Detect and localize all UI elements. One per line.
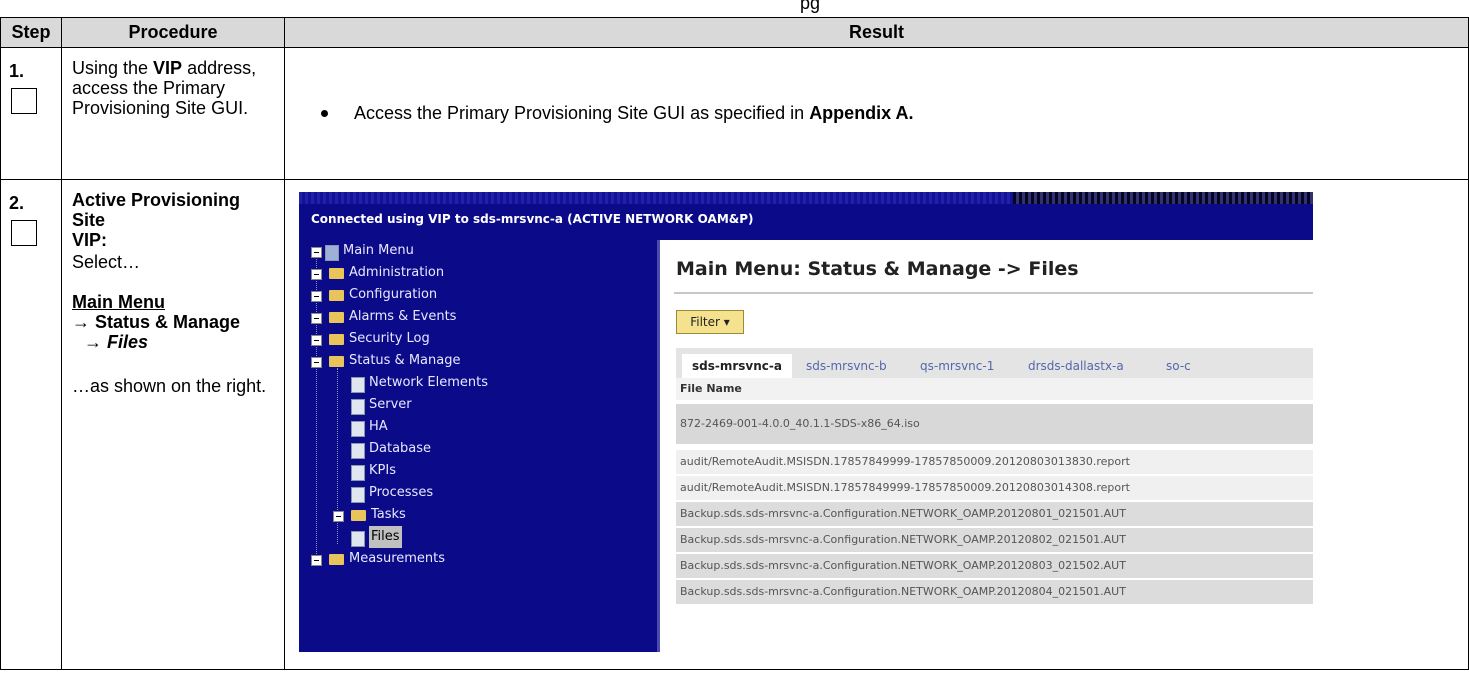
- tree-alarms-events[interactable]: Alarms & Events: [299, 306, 649, 328]
- tab-sds-mrsvnc-b[interactable]: sds-mrsvnc-b: [806, 354, 887, 378]
- bullet-icon: [321, 110, 328, 117]
- header-result: Result: [284, 17, 1469, 48]
- main-menu-tree: Main Menu Administration Configuration A…: [299, 240, 649, 570]
- tree-files[interactable]: Files: [299, 526, 649, 548]
- column-header-file-name[interactable]: File Name: [676, 378, 1313, 400]
- step-row-1: 1. Using the VIP address, access the Pri…: [0, 47, 1469, 180]
- step-number: 2.: [9, 193, 25, 213]
- connection-banner: Connected using VIP to sds-mrsvnc-a (ACT…: [311, 212, 754, 226]
- page-fragment: pg: [800, 0, 821, 13]
- tree-kpis[interactable]: KPIs: [299, 460, 649, 482]
- tree-server[interactable]: Server: [299, 394, 649, 416]
- header-step: Step: [0, 17, 62, 48]
- tree-database[interactable]: Database: [299, 438, 649, 460]
- procedure-text: Using the VIP address, access the Primar…: [61, 47, 285, 180]
- tab-sds-mrsvnc-a[interactable]: sds-mrsvnc-a: [682, 354, 792, 378]
- procedure-table: Step Procedure Result 1. Using the VIP a…: [0, 17, 1469, 670]
- server-tabs: sds-mrsvnc-a sds-mrsvnc-b qs-mrsvnc-1 dr…: [676, 348, 1313, 378]
- tab-qs-mrsvnc-1[interactable]: qs-mrsvnc-1: [920, 354, 994, 378]
- file-row[interactable]: Backup.sds.sds-mrsvnc-a.Configuration.NE…: [676, 502, 1313, 526]
- file-row[interactable]: Backup.sds.sds-mrsvnc-a.Configuration.NE…: [676, 528, 1313, 552]
- result-text: Access the Primary Provisioning Site GUI…: [284, 47, 1469, 180]
- tab-so-c[interactable]: so-c: [1166, 354, 1191, 378]
- tree-processes[interactable]: Processes: [299, 482, 649, 504]
- tree-administration[interactable]: Administration: [299, 262, 649, 284]
- step-checkbox[interactable]: [11, 220, 37, 246]
- procedure-text: Active Provisioning Site VIP: Select… Ma…: [61, 179, 285, 670]
- files-panel: Main Menu: Status & Manage -> Files Filt…: [657, 240, 1313, 652]
- result-screenshot-cell: Connected using VIP to sds-mrsvnc-a (ACT…: [284, 179, 1469, 670]
- tree-tasks[interactable]: Tasks: [299, 504, 649, 526]
- file-row[interactable]: Backup.sds.sds-mrsvnc-a.Configuration.NE…: [676, 580, 1313, 604]
- filter-button[interactable]: Filter ▾: [676, 310, 744, 334]
- tree-main-menu[interactable]: Main Menu: [299, 240, 649, 262]
- file-row[interactable]: 872-2469-001-4.0.0_40.1.1-SDS-x86_64.iso: [676, 404, 1313, 444]
- header-procedure: Procedure: [61, 17, 285, 48]
- tree-status-manage[interactable]: Status & Manage: [299, 350, 649, 372]
- file-row[interactable]: audit/RemoteAudit.MSISDN.17857849999-178…: [676, 450, 1313, 474]
- step-row-2: 2. Active Provisioning Site VIP: Select……: [0, 179, 1469, 670]
- chevron-down-icon: ▾: [723, 315, 730, 329]
- menu-path-main: Main Menu: [72, 292, 165, 312]
- title-stripe: [299, 192, 1313, 204]
- gui-screenshot: Connected using VIP to sds-mrsvnc-a (ACT…: [299, 192, 1313, 652]
- file-row[interactable]: audit/RemoteAudit.MSISDN.17857849999-178…: [676, 476, 1313, 500]
- tree-network-elements[interactable]: Network Elements: [299, 372, 649, 394]
- step-number: 1.: [9, 61, 25, 81]
- tree-measurements[interactable]: Measurements: [299, 548, 649, 570]
- file-row[interactable]: Backup.sds.sds-mrsvnc-a.Configuration.NE…: [676, 554, 1313, 578]
- tree-security-log[interactable]: Security Log: [299, 328, 649, 350]
- step-checkbox[interactable]: [11, 88, 37, 114]
- tree-ha[interactable]: HA: [299, 416, 649, 438]
- page-title: Main Menu: Status & Manage -> Files: [676, 258, 1079, 280]
- tab-drsds-dallastx-a[interactable]: drsds-dallastx-a: [1028, 354, 1124, 378]
- tree-configuration[interactable]: Configuration: [299, 284, 649, 306]
